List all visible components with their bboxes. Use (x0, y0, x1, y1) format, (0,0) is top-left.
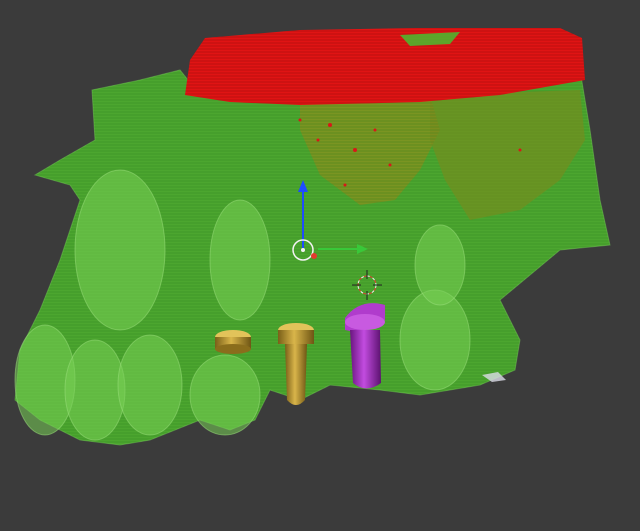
3d-viewport[interactable] (0, 0, 640, 531)
gold-dental-implant-left[interactable] (215, 330, 251, 354)
gizmo-pivot-dot (301, 248, 305, 252)
dental-scan-scene[interactable] (0, 0, 640, 531)
gizmo-x-handle-icon[interactable] (311, 253, 317, 259)
